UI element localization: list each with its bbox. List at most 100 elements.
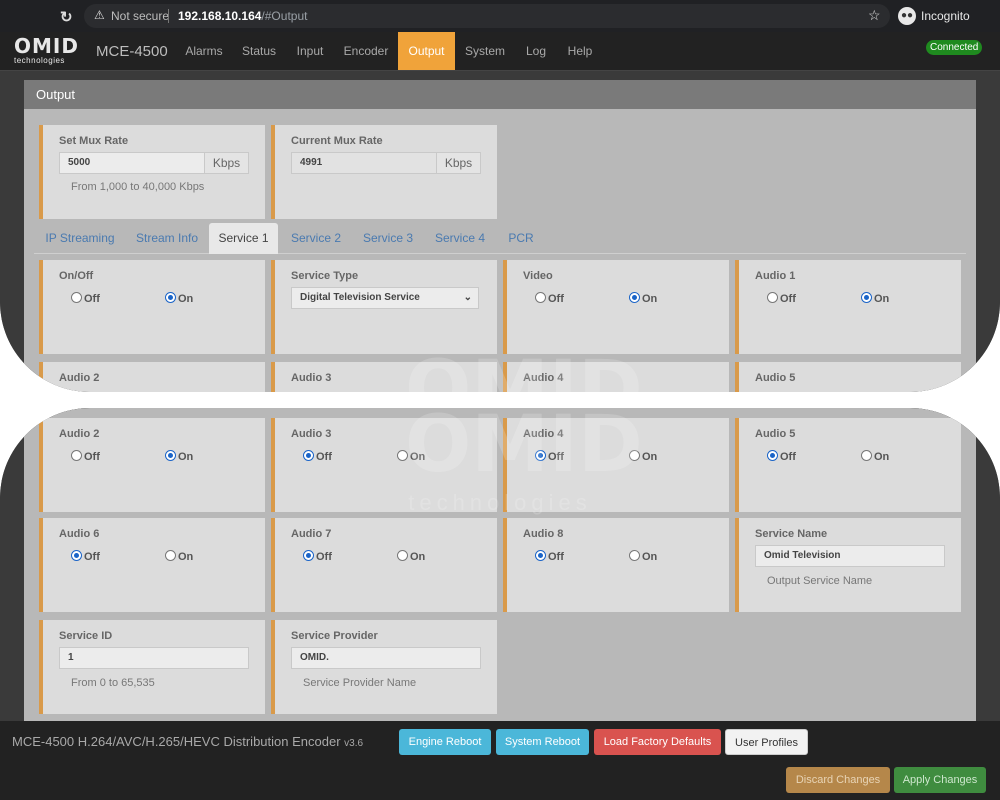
radio-label: On [642, 293, 658, 305]
radio-on[interactable]: On [629, 292, 657, 305]
warning-icon[interactable]: ⚠ [94, 8, 105, 22]
radio-selected-icon[interactable] [303, 450, 314, 461]
product-version: v3.6 [344, 738, 364, 749]
radio-off[interactable]: Off [303, 550, 332, 563]
service-name-card: Service Name Omid Television Output Servic… [735, 518, 961, 612]
chevron-down-icon[interactable]: ⌄ [464, 288, 472, 308]
tab-service-1[interactable]: Service 1 [209, 223, 278, 254]
radio-on[interactable]: On [397, 550, 425, 563]
radio-selected-icon[interactable] [535, 550, 546, 561]
load-factory-defaults-button[interactable]: Load Factory Defaults [594, 729, 721, 755]
radio-selected-icon[interactable] [165, 450, 176, 461]
omnibox-divider [168, 9, 169, 23]
radio-selected-icon[interactable] [629, 292, 640, 303]
radio-off[interactable]: Off [303, 450, 332, 463]
radio-on[interactable]: On [165, 450, 193, 463]
radio-selected-icon[interactable] [303, 550, 314, 561]
radio-off[interactable]: Off [71, 292, 100, 305]
apply-changes-button[interactable]: Apply Changes [894, 767, 986, 793]
radio-unselected-icon[interactable] [71, 450, 82, 461]
system-reboot-button[interactable]: System Reboot [496, 729, 589, 755]
toggle-card-label: Audio 2 [59, 372, 100, 384]
profile-label[interactable]: Incognito [921, 9, 970, 23]
watermark-sub: technologies [408, 490, 592, 515]
radio-off[interactable]: Off [71, 450, 100, 463]
nav-log[interactable]: Log [520, 32, 552, 70]
nav-output[interactable]: Output [398, 32, 455, 70]
set-mux-rate-input[interactable]: 5000 [59, 152, 205, 174]
reload-icon[interactable]: ↻ [60, 8, 73, 26]
radio-label: On [642, 451, 658, 463]
toggle-card-label: Audio 5 [755, 428, 796, 440]
nav-status[interactable]: Status [236, 32, 282, 70]
tab-pcr[interactable]: PCR [504, 223, 538, 254]
radio-label: On [178, 451, 194, 463]
toggle-card-label: Audio 3 [291, 372, 332, 384]
footer-bar: MCE-4500 H.264/AVC/H.265/HEVC Distributi… [0, 721, 1000, 800]
discard-changes-button[interactable]: Discard Changes [786, 767, 890, 793]
nav-encoder[interactable]: Encoder [338, 32, 394, 70]
radio-unselected-icon[interactable] [165, 550, 176, 561]
incognito-icon[interactable]: ●● [898, 7, 916, 25]
radio-unselected-icon[interactable] [535, 292, 546, 303]
radio-on[interactable]: On [165, 292, 193, 305]
toggle-card-label: Audio 6 [59, 528, 100, 540]
tab-service-3[interactable]: Service 3 [358, 223, 418, 254]
radio-unselected-icon[interactable] [767, 292, 778, 303]
nav-alarms[interactable]: Alarms [178, 32, 230, 70]
toggle-card-label: Audio 1 [755, 270, 796, 282]
current-mux-rate-value: 4991 [291, 152, 437, 174]
service-provider-help: Service Provider Name [303, 677, 417, 689]
radio-off[interactable]: Off [71, 550, 100, 563]
watermark-logo: OMID technologies [405, 345, 643, 392]
radio-off[interactable]: Off [767, 292, 796, 305]
tab-stream-info[interactable]: Stream Info [128, 223, 206, 254]
radio-selected-icon[interactable] [767, 450, 778, 461]
radio-unselected-icon[interactable] [861, 450, 872, 461]
radio-label: On [410, 551, 426, 563]
radio-label: Off [316, 551, 332, 563]
engine-reboot-button[interactable]: Engine Reboot [399, 729, 491, 755]
connection-status-badge: Connected [926, 40, 983, 55]
omid-logo[interactable]: OMID technologies [14, 36, 79, 65]
toggle-card-audio-2: Audio 2OffOn [39, 362, 265, 392]
radio-unselected-icon[interactable] [629, 550, 640, 561]
security-label[interactable]: Not secure [111, 9, 169, 23]
page: ↻ ⚠ Not secure 192.168.10.164/#Output ☆ … [0, 0, 1000, 392]
radio-unselected-icon[interactable] [397, 550, 408, 561]
nav-system[interactable]: System [460, 32, 510, 70]
radio-off[interactable]: Off [535, 550, 564, 563]
service-type-select[interactable]: Digital Television Service ⌄ [291, 287, 479, 309]
radio-off[interactable]: Off [535, 292, 564, 305]
service-id-input[interactable]: 1 [59, 647, 249, 669]
radio-on[interactable]: On [165, 550, 193, 563]
radio-label: Off [84, 451, 100, 463]
device-model[interactable]: MCE-4500 [96, 43, 168, 60]
current-mux-rate-card: Current Mux Rate 4991 Kbps [271, 125, 497, 219]
radio-off[interactable]: Off [767, 450, 796, 463]
bookmark-star-icon[interactable]: ☆ [868, 7, 881, 24]
current-mux-rate-label: Current Mux Rate [291, 135, 383, 147]
radio-selected-icon[interactable] [165, 292, 176, 303]
service-id-card: Service ID 1 From 0 to 65,535 [39, 620, 265, 714]
radio-selected-icon[interactable] [71, 550, 82, 561]
nav-input[interactable]: Input [290, 32, 330, 70]
radio-unselected-icon[interactable] [71, 292, 82, 303]
service-provider-label: Service Provider [291, 630, 378, 642]
radio-label: Off [548, 551, 564, 563]
nav-help[interactable]: Help [562, 32, 598, 70]
tab-ip-streaming[interactable]: IP Streaming [40, 223, 120, 254]
radio-on[interactable]: On [861, 450, 889, 463]
tab-service-2[interactable]: Service 2 [286, 223, 346, 254]
radio-selected-icon[interactable] [861, 292, 872, 303]
service-name-input[interactable]: Omid Television [755, 545, 945, 567]
tab-service-4[interactable]: Service 4 [430, 223, 490, 254]
service-type-card: Service Type Digital Television Service ⌄ [271, 260, 497, 354]
url-text[interactable]: 192.168.10.164/#Output [178, 9, 307, 23]
set-mux-rate-help: From 1,000 to 40,000 Kbps [71, 181, 205, 193]
service-provider-input[interactable]: OMID. [291, 647, 481, 669]
user-profiles-button[interactable]: User Profiles [725, 729, 808, 755]
radio-on[interactable]: On [861, 292, 889, 305]
radio-on[interactable]: On [629, 550, 657, 563]
current-mux-rate-unit: Kbps [436, 152, 481, 174]
